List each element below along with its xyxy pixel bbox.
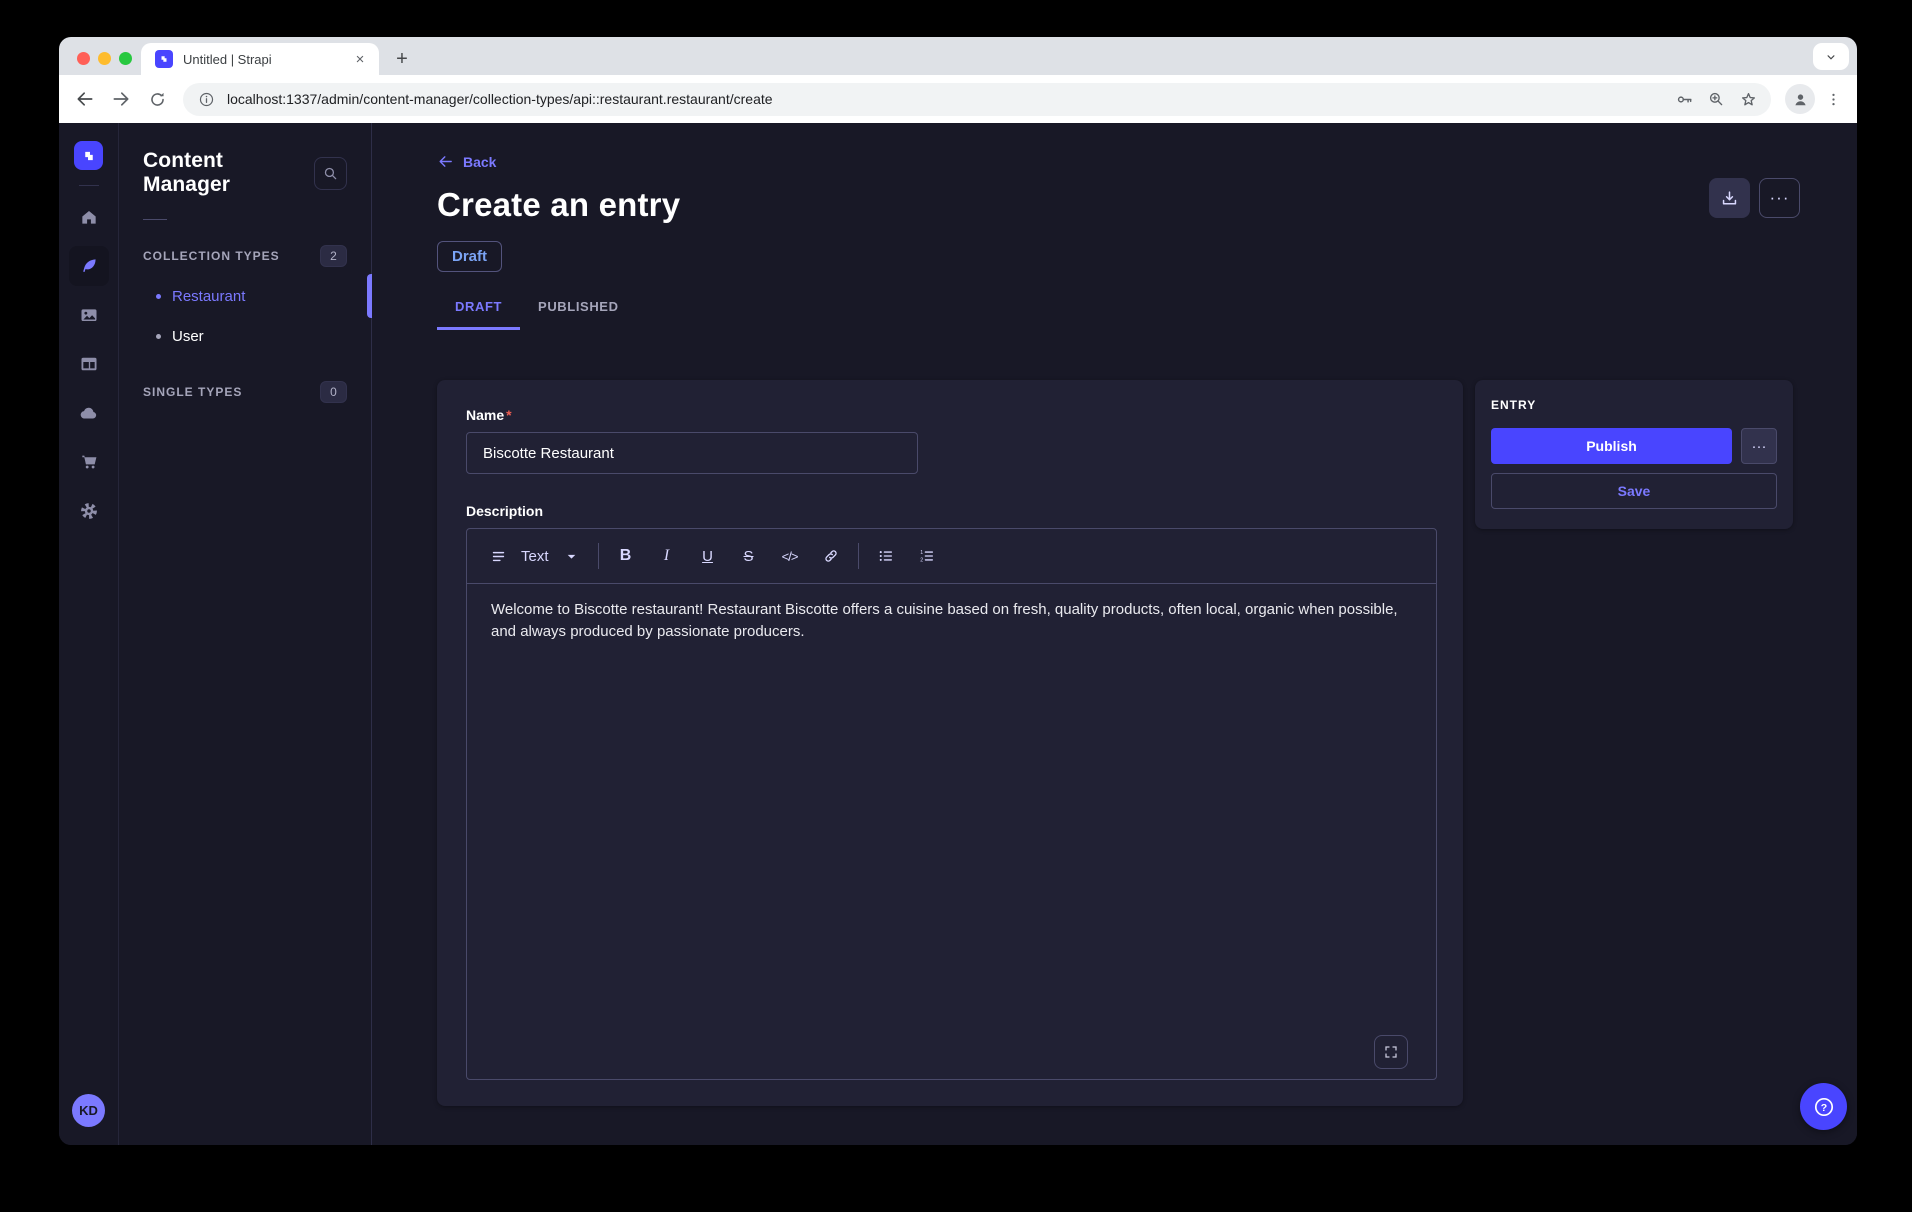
editor-content[interactable]: Welcome to Biscotte restaurant! Restaura… bbox=[467, 584, 1436, 658]
toolbar-separator bbox=[598, 543, 599, 569]
browser-profile-icon[interactable] bbox=[1785, 84, 1815, 114]
browser-toolbar: localhost:1337/admin/content-manager/col… bbox=[59, 75, 1857, 123]
sidebar-item-user[interactable]: User bbox=[143, 316, 347, 356]
svg-text:1: 1 bbox=[920, 550, 923, 556]
status-badge: Draft bbox=[437, 241, 502, 272]
header-actions: ··· bbox=[1709, 178, 1800, 218]
help-button[interactable]: ? bbox=[1800, 1083, 1847, 1130]
code-button[interactable]: </> bbox=[775, 540, 805, 572]
name-field-label: Name* bbox=[466, 407, 1437, 423]
back-label: Back bbox=[463, 154, 496, 170]
search-button[interactable] bbox=[314, 157, 347, 190]
nav-content-type-builder-icon[interactable] bbox=[69, 344, 109, 384]
nav-content-manager-icon[interactable] bbox=[69, 246, 109, 286]
export-download-button[interactable] bbox=[1709, 178, 1750, 218]
block-type-dropdown[interactable]: Text bbox=[513, 540, 586, 572]
browser-window: Untitled | Strapi × + localhost:1337/adm… bbox=[59, 37, 1857, 1145]
align-left-icon[interactable] bbox=[483, 540, 513, 572]
version-tabs: DRAFT PUBLISHED bbox=[437, 299, 1857, 330]
bullet-icon bbox=[156, 294, 161, 299]
name-label-text: Name bbox=[466, 407, 504, 423]
entry-form-card: Name* Description Text bbox=[437, 380, 1463, 1106]
editor-toolbar: Text B I U S </> bbox=[467, 529, 1436, 584]
browser-menu-icon[interactable] bbox=[1819, 85, 1847, 113]
collection-count-badge: 2 bbox=[320, 245, 347, 267]
collection-type-list: Restaurant User bbox=[143, 276, 347, 356]
collection-types-section: COLLECTION TYPES 2 bbox=[143, 240, 347, 272]
underline-button[interactable]: U bbox=[693, 540, 723, 572]
user-avatar[interactable]: KD bbox=[72, 1094, 105, 1127]
section-label: SINGLE TYPES bbox=[143, 385, 242, 399]
block-type-value: Text bbox=[521, 548, 549, 565]
more-actions-button[interactable]: ··· bbox=[1759, 178, 1800, 218]
section-label: COLLECTION TYPES bbox=[143, 249, 280, 263]
strapi-logo[interactable] bbox=[74, 141, 103, 170]
back-icon[interactable] bbox=[69, 83, 101, 115]
content-manager-sidebar: Content Manager COLLECTION TYPES 2 Resta… bbox=[119, 123, 372, 1145]
single-count-badge: 0 bbox=[320, 381, 347, 403]
sidebar-item-restaurant[interactable]: Restaurant bbox=[143, 276, 347, 316]
main-content: Back ··· Create an entry Draft DRAFT PUB… bbox=[372, 123, 1857, 1145]
rich-text-editor: Text B I U S </> bbox=[466, 528, 1437, 1080]
nav-home-icon[interactable] bbox=[69, 197, 109, 237]
tab-draft[interactable]: DRAFT bbox=[437, 299, 520, 330]
sidebar-title: Content Manager bbox=[143, 149, 314, 197]
forward-icon[interactable] bbox=[105, 83, 137, 115]
bookmark-star-icon[interactable] bbox=[1737, 88, 1759, 110]
svg-text:2: 2 bbox=[920, 557, 923, 563]
window-zoom-button[interactable] bbox=[119, 52, 132, 65]
chevron-down-icon bbox=[565, 550, 578, 563]
numbered-list-button[interactable]: 12 bbox=[912, 540, 942, 572]
entry-more-button[interactable]: ··· bbox=[1741, 428, 1777, 464]
main-nav: KD bbox=[59, 123, 119, 1145]
tab-close-icon[interactable]: × bbox=[351, 50, 369, 68]
new-tab-button[interactable]: + bbox=[389, 46, 415, 72]
save-button[interactable]: Save bbox=[1491, 473, 1777, 509]
nav-media-library-icon[interactable] bbox=[69, 295, 109, 335]
browser-tab-strip: Untitled | Strapi × + bbox=[59, 37, 1857, 75]
page-title: Create an entry bbox=[437, 186, 1857, 224]
tab-search-chevron-icon[interactable] bbox=[1813, 43, 1849, 70]
url-text[interactable]: localhost:1337/admin/content-manager/col… bbox=[227, 91, 1663, 107]
strikethrough-button[interactable]: S bbox=[734, 540, 764, 572]
description-field-label: Description bbox=[466, 503, 1437, 519]
toolbar-separator bbox=[858, 543, 859, 569]
sidebar-item-label: Restaurant bbox=[172, 288, 245, 305]
nav-cloud-icon[interactable] bbox=[69, 393, 109, 433]
link-button[interactable] bbox=[816, 540, 846, 572]
single-types-section: SINGLE TYPES 0 bbox=[143, 376, 347, 408]
password-key-icon[interactable] bbox=[1673, 88, 1695, 110]
reload-icon[interactable] bbox=[141, 83, 173, 115]
site-info-icon[interactable] bbox=[195, 88, 217, 110]
nav-settings-icon[interactable] bbox=[69, 491, 109, 531]
bulleted-list-button[interactable] bbox=[871, 540, 901, 572]
browser-tab[interactable]: Untitled | Strapi × bbox=[141, 43, 379, 75]
expand-editor-button[interactable] bbox=[1374, 1035, 1408, 1069]
nav-marketplace-icon[interactable] bbox=[69, 442, 109, 482]
tab-published[interactable]: PUBLISHED bbox=[520, 299, 637, 330]
window-minimize-button[interactable] bbox=[98, 52, 111, 65]
tab-title: Untitled | Strapi bbox=[183, 52, 351, 67]
sidebar-item-label: User bbox=[172, 328, 204, 345]
bullet-icon bbox=[156, 334, 161, 339]
strapi-app: KD Content Manager COLLECTION TYPES 2 Re… bbox=[59, 123, 1857, 1145]
svg-text:?: ? bbox=[1820, 1101, 1826, 1113]
back-link[interactable]: Back bbox=[437, 153, 496, 170]
name-input[interactable] bbox=[466, 432, 918, 474]
required-marker: * bbox=[506, 407, 511, 423]
entry-panel: ENTRY Publish ··· Save bbox=[1475, 380, 1793, 529]
nav-divider bbox=[79, 185, 99, 186]
publish-button[interactable]: Publish bbox=[1491, 428, 1732, 464]
zoom-icon[interactable] bbox=[1705, 88, 1727, 110]
address-bar[interactable]: localhost:1337/admin/content-manager/col… bbox=[183, 83, 1771, 116]
entry-panel-title: ENTRY bbox=[1491, 398, 1777, 412]
italic-button[interactable]: I bbox=[652, 540, 682, 572]
bold-button[interactable]: B bbox=[611, 540, 641, 572]
sidebar-divider bbox=[143, 219, 167, 220]
strapi-favicon bbox=[155, 50, 173, 68]
window-close-button[interactable] bbox=[77, 52, 90, 65]
